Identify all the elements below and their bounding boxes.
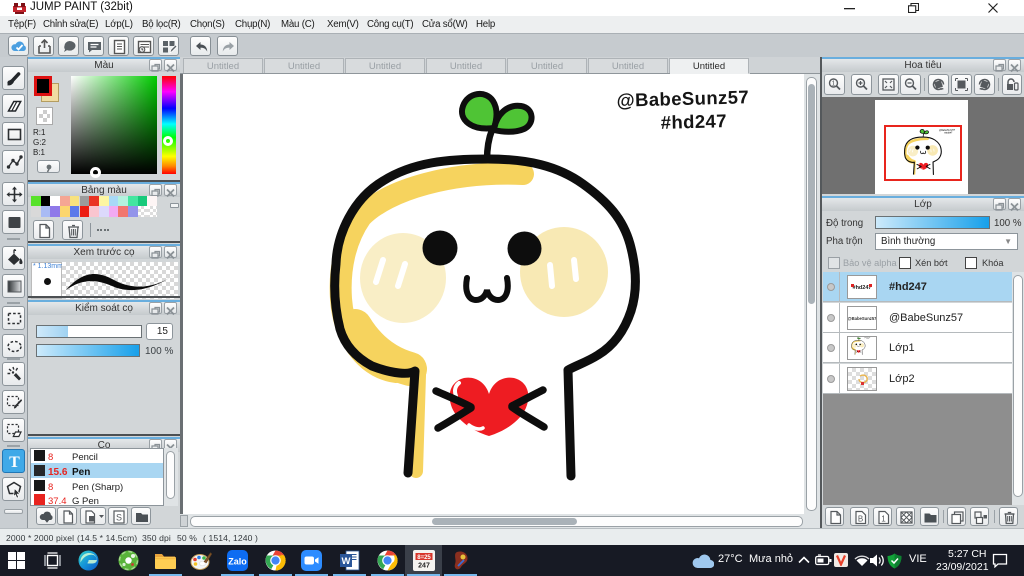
svg-text:W: W [342, 556, 351, 567]
svg-text:1: 1 [832, 81, 836, 88]
svg-text:#hd247: #hd247 [853, 285, 872, 291]
svg-text:S: S [116, 513, 122, 523]
svg-text:B: B [858, 515, 863, 524]
svg-text:247: 247 [418, 563, 430, 570]
svg-text:@BabeSunz57: @BabeSunz57 [848, 316, 876, 321]
svg-text:T: T [9, 454, 20, 471]
svg-text:Zalo: Zalo [228, 557, 247, 567]
svg-text:1: 1 [881, 515, 886, 524]
svg-text:8=25: 8=25 [417, 555, 431, 561]
